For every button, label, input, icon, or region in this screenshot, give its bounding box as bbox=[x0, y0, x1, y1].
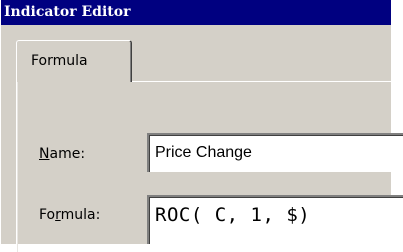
indicator-editor-window: Indicator Editor Formula Name: Price Cha… bbox=[0, 0, 403, 252]
formula-label: Formula: bbox=[39, 207, 100, 223]
formula-label-pre: Fo bbox=[39, 207, 56, 223]
name-input-value: Price Change bbox=[155, 144, 252, 161]
formula-label-post: mula: bbox=[60, 207, 101, 223]
formula-input-value: ROC( C, 1, $) bbox=[155, 204, 311, 226]
tab-formula-label: Formula bbox=[31, 53, 88, 69]
name-label-post: ame: bbox=[49, 146, 86, 162]
name-label: Name: bbox=[39, 146, 85, 162]
tab-formula[interactable]: Formula bbox=[16, 40, 132, 82]
window-title: Indicator Editor bbox=[4, 4, 131, 20]
name-input[interactable]: Price Change bbox=[147, 133, 403, 172]
name-label-mnemonic: N bbox=[39, 146, 50, 162]
title-bar[interactable]: Indicator Editor bbox=[1, 0, 391, 25]
formula-input[interactable]: ROC( C, 1, $) bbox=[147, 195, 403, 244]
